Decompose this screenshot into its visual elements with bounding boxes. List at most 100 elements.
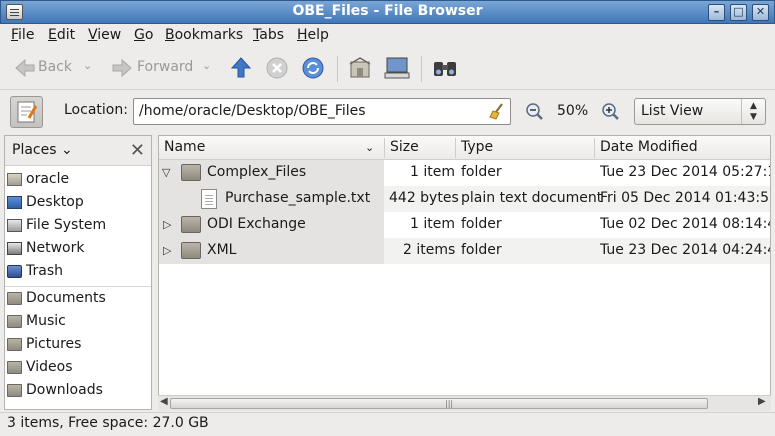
menu-tabs[interactable]: Tabs [253, 27, 284, 43]
close-sidebar-icon[interactable]: ✕ [130, 140, 145, 161]
column-header-name[interactable]: Name [164, 139, 205, 155]
toolbar-separator [337, 56, 338, 82]
places-sidebar: Places ⌄ ✕ oracle Desktop File System Ne… [4, 135, 152, 410]
toolbar-separator [421, 56, 422, 82]
close-button[interactable]: ✕ [752, 4, 769, 21]
scroll-right-arrow-icon[interactable]: ▶ [758, 396, 766, 407]
menu-bar: File Edit View Go Bookmarks Tabs Help [0, 24, 775, 48]
file-date: Tue 23 Dec 2014 04:24:45 [600, 242, 771, 258]
expanded-triangle-icon[interactable]: ▽ [162, 166, 170, 179]
file-date: Tue 23 Dec 2014 05:27:10 [600, 164, 771, 180]
collapsed-triangle-icon[interactable]: ▷ [163, 218, 171, 231]
file-size: 442 bytes [389, 190, 459, 206]
column-header-size[interactable]: Size [390, 139, 419, 155]
sidebar-item-label: Music [26, 313, 66, 329]
forward-arrow-icon[interactable] [111, 56, 133, 80]
folder-icon [181, 242, 201, 259]
sidebar-item-label: Downloads [26, 382, 103, 398]
forward-button[interactable]: Forward [137, 59, 193, 75]
menu-view[interactable]: View [88, 27, 121, 43]
menu-edit[interactable]: Edit [48, 27, 75, 43]
status-text: 3 items, Free space: 27.0 GB [7, 415, 209, 431]
menu-help[interactable]: Help [297, 27, 329, 43]
zoom-in-icon[interactable] [601, 102, 621, 122]
file-list: Name ⌄ Size Type Date Modified ▽ Complex… [158, 135, 771, 411]
column-header-date[interactable]: Date Modified [600, 139, 698, 155]
places-dropdown[interactable]: Places ⌄ [8, 139, 78, 163]
sidebar-item-desktop[interactable]: Desktop [5, 192, 151, 214]
file-row-purchase-sample[interactable]: Purchase_sample.txt 442 bytes plain text… [159, 186, 770, 212]
file-date: Tue 02 Dec 2014 08:14:42 [600, 216, 771, 232]
search-binoculars-icon[interactable] [432, 56, 458, 80]
scrollbar-thumb[interactable]: ||| [170, 398, 708, 409]
clear-broom-icon[interactable] [488, 102, 506, 120]
up-arrow-icon[interactable] [230, 56, 252, 80]
file-row-odi-exchange[interactable]: ▷ ODI Exchange 1 item folder Tue 02 Dec … [159, 212, 771, 238]
sidebar-item-label: Videos [26, 359, 73, 375]
forward-history-chevron-icon[interactable]: ⌄ [202, 59, 211, 72]
zoom-out-icon[interactable] [525, 102, 545, 122]
file-name: Complex_Files [207, 164, 307, 180]
menu-bookmarks[interactable]: Bookmarks [165, 27, 243, 43]
file-size: 1 item [410, 216, 455, 232]
sidebar-item-videos[interactable]: Videos [5, 357, 151, 379]
back-button[interactable]: Back [38, 59, 72, 75]
sidebar-item-music[interactable]: Music [5, 311, 151, 333]
sidebar-item-documents[interactable]: Documents [5, 288, 151, 310]
scroll-left-arrow-icon[interactable]: ◀ [160, 396, 168, 407]
file-type: folder [461, 242, 502, 258]
network-icon [7, 242, 22, 255]
text-file-icon [201, 189, 217, 209]
sidebar-item-label: Pictures [26, 336, 82, 352]
sidebar-item-network[interactable]: Network [5, 238, 151, 260]
menu-go[interactable]: Go [134, 27, 153, 43]
back-history-chevron-icon[interactable]: ⌄ [83, 59, 92, 72]
toolbar: Back ⌄ Forward ⌄ [0, 48, 775, 90]
edit-notepad-icon [17, 101, 38, 123]
sidebar-item-downloads[interactable]: Downloads [5, 380, 151, 402]
zoom-level: 50% [557, 103, 589, 119]
file-date: Fri 05 Dec 2014 01:43:57 P [600, 190, 770, 206]
column-separator[interactable] [594, 138, 595, 158]
horizontal-scrollbar[interactable]: ◀ ||| ▶ [158, 395, 771, 411]
sidebar-item-oracle[interactable]: oracle [5, 169, 151, 191]
computer-icon[interactable] [384, 56, 410, 80]
sidebar-item-label: Desktop [26, 194, 84, 210]
sidebar-item-file-system[interactable]: File System [5, 215, 151, 237]
location-edit-toggle-button[interactable] [10, 96, 43, 128]
file-type: folder [461, 164, 502, 180]
desktop-icon [7, 196, 22, 209]
folder-icon [7, 315, 22, 328]
chevron-down-icon: ⌄ [56, 142, 73, 158]
file-type: folder [461, 216, 502, 232]
stop-icon[interactable] [265, 56, 289, 80]
sidebar-item-label: Trash [26, 263, 63, 279]
location-label: Location: [64, 102, 128, 118]
file-size: 2 items [403, 242, 456, 258]
back-arrow-icon[interactable] [14, 56, 36, 80]
sidebar-divider [5, 286, 151, 287]
home-icon[interactable] [348, 56, 372, 80]
column-header-row: Name ⌄ Size Type Date Modified [159, 136, 770, 160]
sidebar-item-pictures[interactable]: Pictures [5, 334, 151, 356]
location-input[interactable]: /home/oracle/Desktop/OBE_Files [133, 98, 511, 125]
file-name: Purchase_sample.txt [225, 190, 371, 206]
file-name: XML [207, 242, 237, 258]
column-separator[interactable] [384, 138, 385, 158]
column-separator[interactable] [455, 138, 456, 158]
file-size: 1 item [410, 164, 455, 180]
select-arrows-icon: ▲ ▼ [741, 99, 765, 124]
places-label: Places [12, 142, 57, 158]
menu-file[interactable]: File [11, 27, 34, 43]
sidebar-item-trash[interactable]: Trash [5, 261, 151, 283]
collapsed-triangle-icon[interactable]: ▷ [163, 244, 171, 257]
column-header-type[interactable]: Type [461, 139, 493, 155]
file-row-xml[interactable]: ▷ XML 2 items folder Tue 23 Dec 2014 04:… [159, 238, 771, 264]
maximize-button[interactable]: □ [730, 4, 747, 21]
view-mode-select[interactable]: List View ▲ ▼ [634, 98, 766, 125]
file-system-icon [7, 219, 22, 232]
minimize-button[interactable]: – [708, 4, 725, 21]
reload-icon[interactable] [301, 56, 325, 80]
scrollbar-grip-icon: ||| [445, 399, 454, 408]
file-row-complex-files[interactable]: ▽ Complex_Files 1 item folder Tue 23 Dec… [159, 160, 771, 186]
